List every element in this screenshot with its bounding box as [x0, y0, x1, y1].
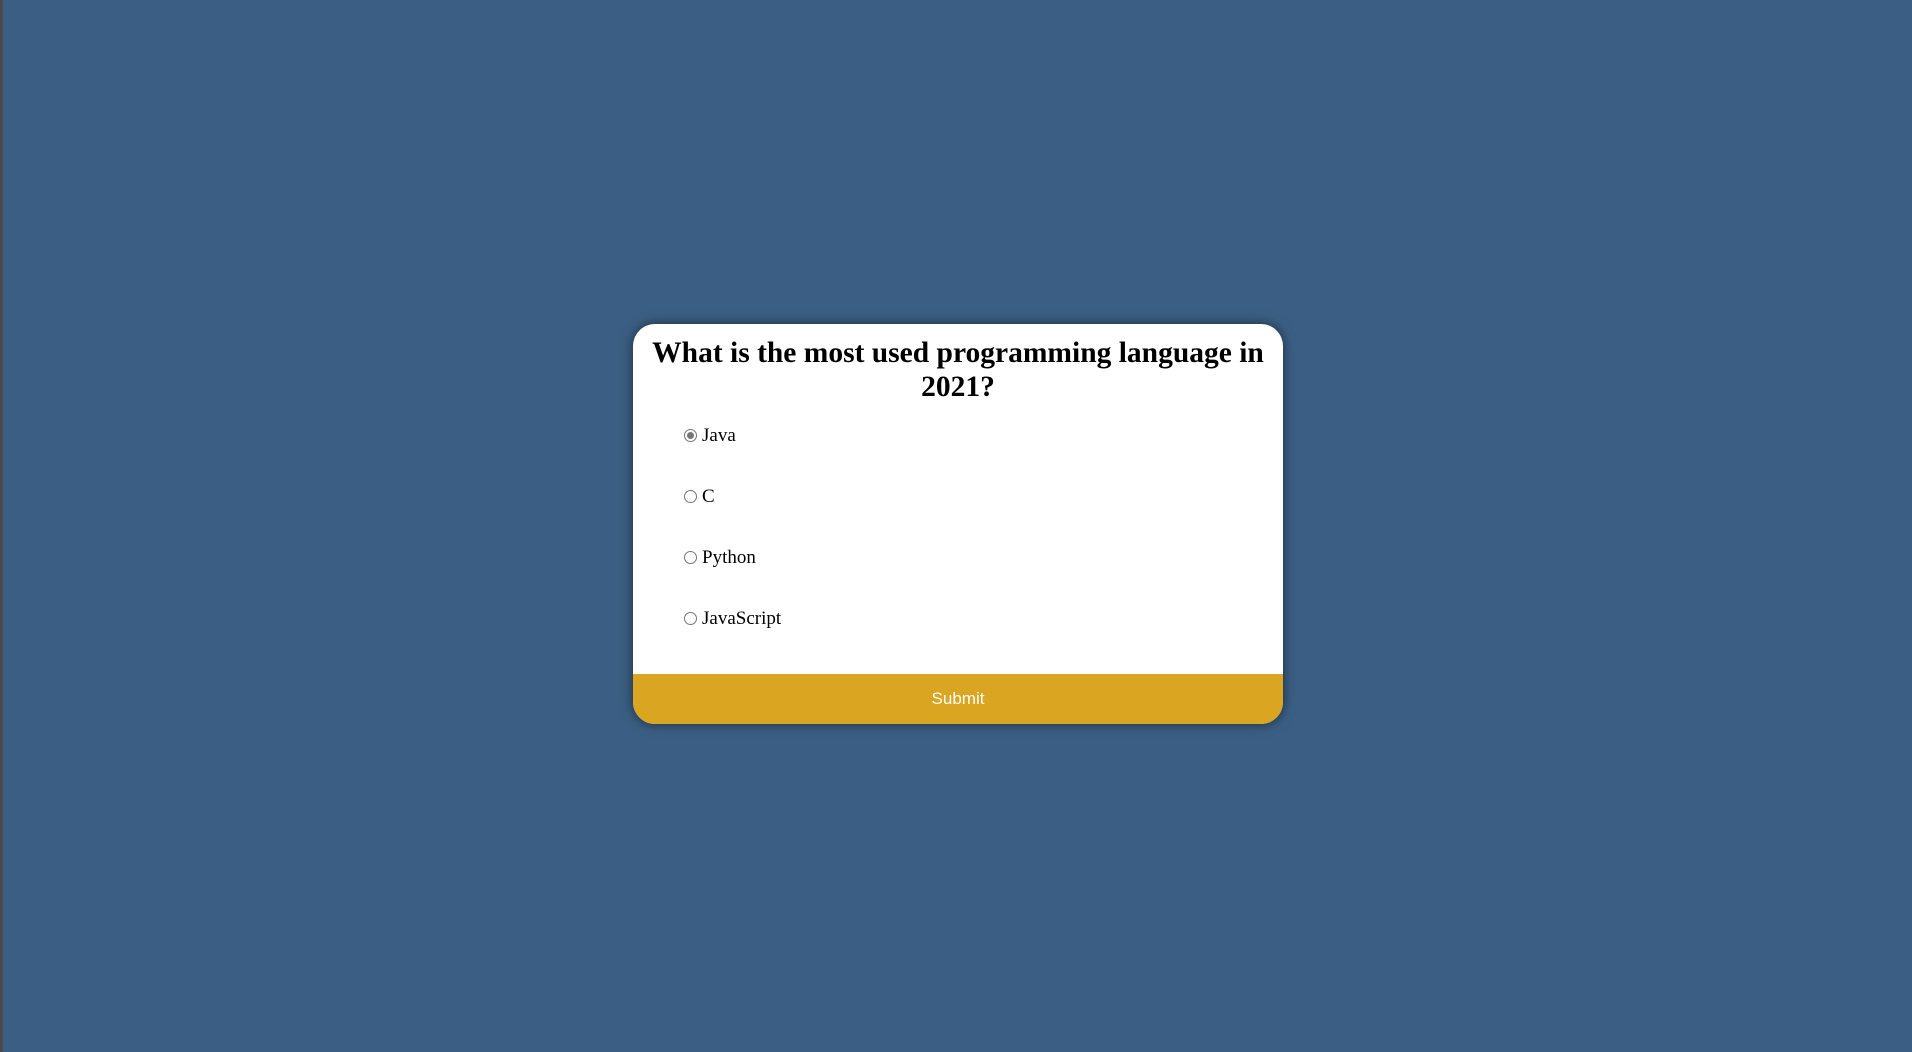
- answer-label-python[interactable]: Python: [702, 548, 756, 567]
- radio-button-java[interactable]: [684, 429, 697, 442]
- answer-label-java[interactable]: Java: [702, 426, 736, 445]
- submit-button[interactable]: Submit: [633, 674, 1283, 724]
- answer-label-c[interactable]: C: [702, 487, 715, 506]
- answer-option-javascript[interactable]: JavaScript: [682, 609, 781, 671]
- answer-option-c[interactable]: C: [682, 487, 781, 549]
- question-heading: What is the most used programming langua…: [652, 337, 1264, 403]
- answer-option-java[interactable]: Java: [682, 426, 781, 488]
- answer-option-python[interactable]: Python: [682, 548, 781, 610]
- radio-button-javascript[interactable]: [684, 612, 697, 625]
- radio-button-c[interactable]: [684, 490, 697, 503]
- answer-label-javascript[interactable]: JavaScript: [702, 609, 781, 628]
- quiz-card: What is the most used programming langua…: [633, 324, 1283, 724]
- radio-button-python[interactable]: [684, 551, 697, 564]
- window-left-edge: [0, 0, 3, 1052]
- answer-list: Java C Python JavaScript: [682, 426, 781, 671]
